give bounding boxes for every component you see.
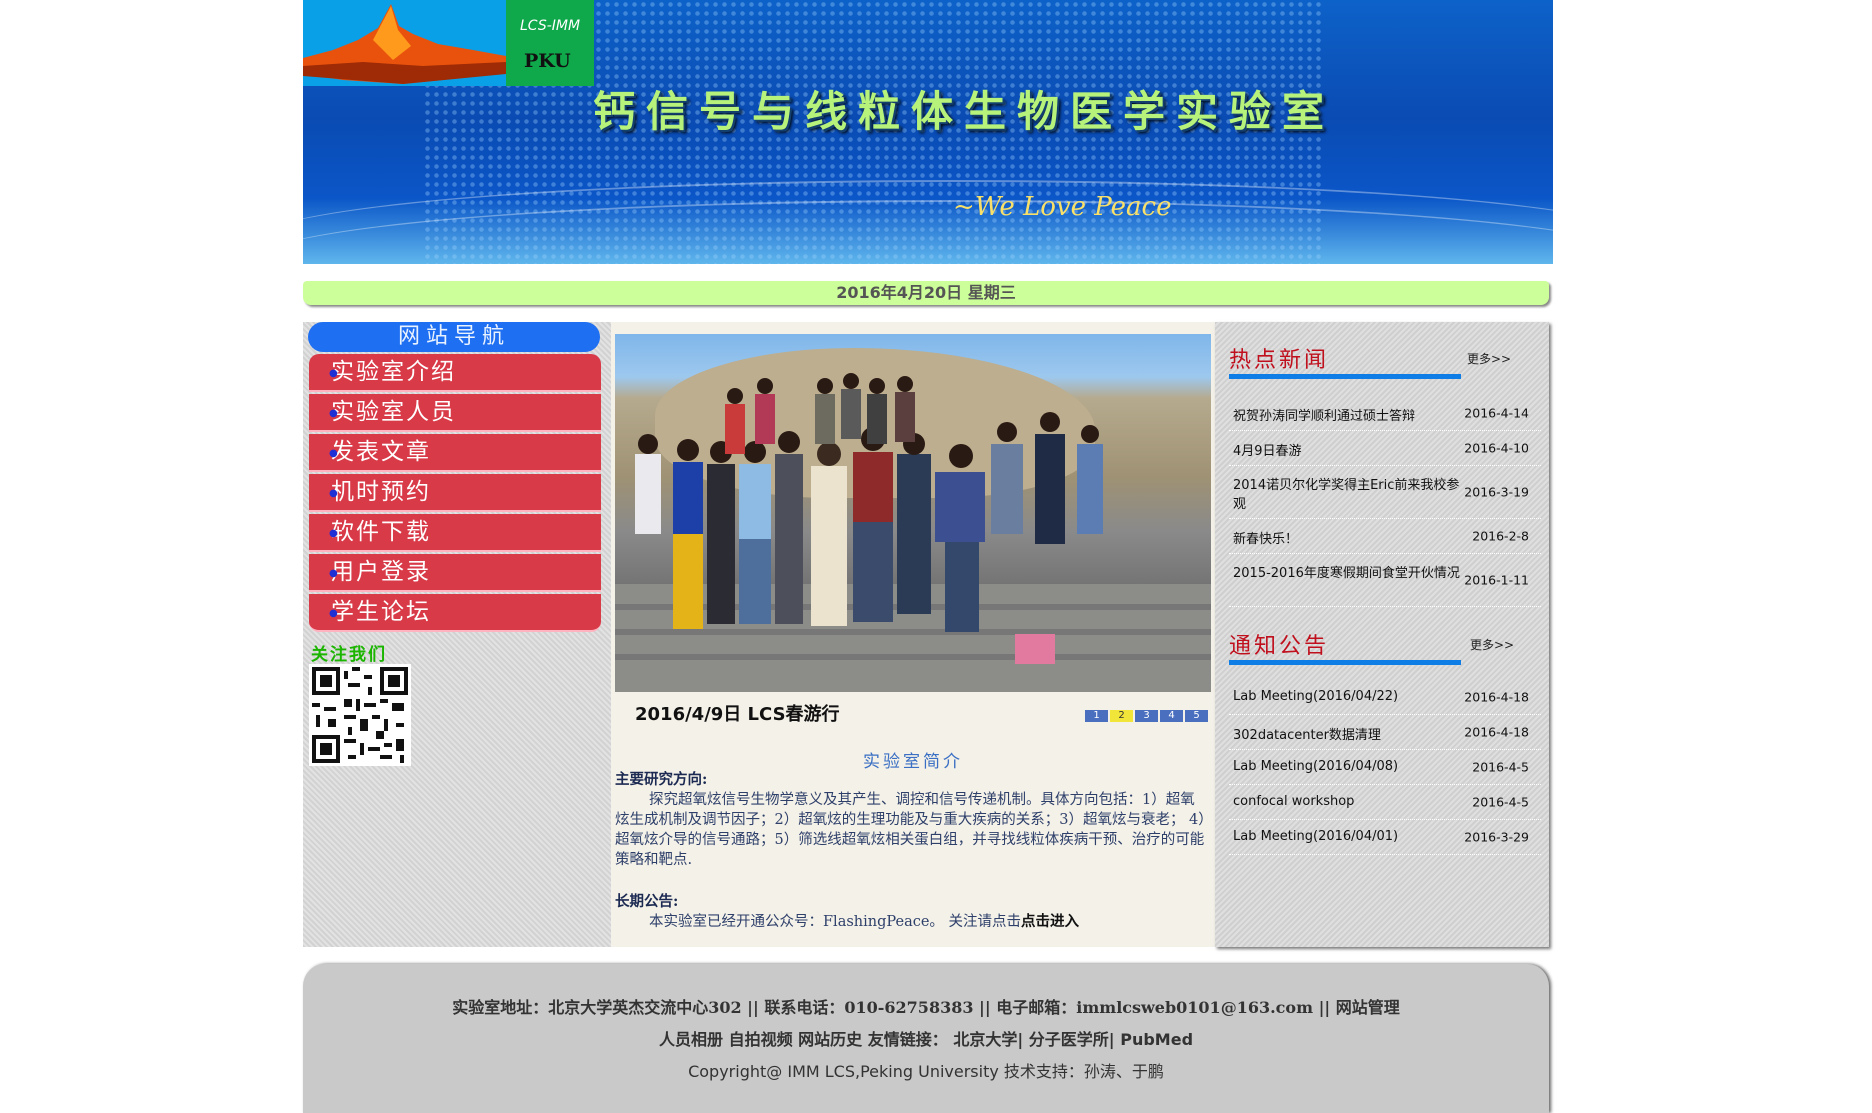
logo-lcs-text: LCS-IMM [520,18,581,34]
footer-link-history[interactable]: 网站历史 [798,1030,862,1049]
notices-list: Lab Meeting(2016/04/22) 2016-4-18 302data… [1229,680,1541,855]
research-heading: 主要研究方向: [615,771,708,788]
slogan: ~We Love Peace [953,192,1172,222]
notice-heading: 长期公告: [615,893,679,910]
notice-item[interactable]: 302datacenter数据清理 2016-4-18 [1229,715,1541,750]
nav-item-booking[interactable]: 机时预约 [309,474,601,512]
notices-more-link[interactable]: 更多>> [1470,636,1514,653]
group-photo-graphic [615,373,1211,692]
notice-date: 2016-4-5 [1472,759,1529,775]
notice-item[interactable]: Lab Meeting(2016/04/01) 2016-3-29 [1229,820,1541,855]
notice-item[interactable]: Lab Meeting(2016/04/08) 2016-4-5 [1229,750,1541,785]
news-date: 2016-2-8 [1472,528,1529,544]
nav-item-lab-intro[interactable]: 实验室介绍 [309,354,601,392]
news-item[interactable]: 新春快乐！ 2016-2-8 [1229,519,1541,554]
notice-date: 2016-3-29 [1464,829,1529,845]
notice-body: 本实验室已经开通公众号：FlashingPeace。 关注请点击 [649,914,1022,930]
intro-title: 实验室简介 [863,752,963,772]
news-item[interactable]: 祝贺孙涛同学顺利通过硕士答辩 2016-4-14 [1229,396,1541,431]
nav-item-software[interactable]: 软件下载 [309,514,601,552]
lab-logo: LCS-IMM PKU [506,0,594,86]
nav-item-publications[interactable]: 发表文章 [309,434,601,472]
nav-item-lab-members[interactable]: 实验室人员 [309,394,601,432]
news-date: 2016-3-19 [1464,484,1529,500]
notice-item[interactable]: confocal workshop 2016-4-5 [1229,785,1541,820]
notice-title: Lab Meeting(2016/04/08) [1233,759,1399,774]
footer-link-album[interactable]: 人员相册 [659,1030,723,1049]
footer-contact-line: 实验室地址：北京大学英杰交流中心302 || 联系电话：010-62758383… [452,998,1400,1017]
news-date: 2016-1-11 [1464,572,1529,588]
footer-link-video[interactable]: 自拍视频 [729,1030,793,1049]
footer-links-line: 人员相册 自拍视频 网站历史 友情链接： 北京大学| 分子医学所| PubMed [303,1026,1549,1050]
news-title: 2014诺贝尔化学奖得主Eric前来我校参观 [1233,478,1460,512]
slideshow-photo[interactable] [615,334,1211,692]
notice-item[interactable]: Lab Meeting(2016/04/22) 2016-4-18 [1229,680,1541,715]
news-title: 2015-2016年度寒假期间食堂开伙情况 [1233,566,1460,581]
footer-link-pubmed[interactable]: PubMed [1120,1030,1193,1049]
slide-page-5[interactable]: 5 [1185,710,1208,722]
mountain-logo [303,0,506,86]
nav-menu: 实验室介绍 实验室人员 发表文章 机时预约 软件下载 用户登录 学生论坛 [309,354,601,634]
news-item[interactable]: 2015-2016年度寒假期间食堂开伙情况 2016-1-11 [1229,554,1541,607]
footer-link-imm[interactable]: 分子医学所 [1029,1030,1109,1049]
news-title: 4月9日春游 [1233,444,1302,459]
notice-date: 2016-4-18 [1464,689,1529,705]
slide-page-4[interactable]: 4 [1160,710,1183,722]
news-date: 2016-4-14 [1464,405,1529,421]
hot-news-list: 祝贺孙涛同学顺利通过硕士答辩 2016-4-14 4月9日春游 2016-4-10 … [1229,396,1541,607]
notice-section: 长期公告: 本实验室已经开通公众号：FlashingPeace。 关注请点击点击… [615,892,1209,932]
news-date: 2016-4-10 [1464,440,1529,456]
notices-underline [1229,660,1461,665]
slide-page-3[interactable]: 3 [1135,710,1158,722]
date-bar: 2016年4月20日 星期三 [303,281,1549,305]
slide-page-1[interactable]: 1 [1085,710,1108,722]
notice-enter-link[interactable]: 点击进入 [1021,913,1079,930]
nav-item-login[interactable]: 用户登录 [309,554,601,592]
logo-pku-text: PKU [524,50,571,72]
notices-title: 通知公告 [1229,634,1330,659]
hot-news-more-link[interactable]: 更多>> [1467,350,1511,367]
footer-separator: | [1108,1030,1121,1049]
nav-item-forum[interactable]: 学生论坛 [309,594,601,632]
footer: 实验室地址：北京大学英杰交流中心302 || 联系电话：010-62758383… [303,964,1549,1113]
news-item[interactable]: 2014诺贝尔化学奖得主Eric前来我校参观 2016-3-19 [1229,466,1541,519]
research-section: 主要研究方向: 探究超氧炫信号生物学意义及其产生、调控和信号传递机制。具体方向包… [615,770,1209,870]
notice-date: 2016-4-18 [1464,724,1529,740]
notice-date: 2016-4-5 [1472,794,1529,810]
notice-title: 302datacenter数据清理 [1233,728,1381,743]
qr-code-graphic [312,667,408,763]
main-content: 2016/4/9日 LCS春游行 1 2 3 4 5 实验室简介 主要研究方向:… [611,322,1215,947]
news-title: 新春快乐！ [1233,532,1299,547]
follow-us-title: 关注我们 [311,645,387,665]
nav-title: 网站导航 [308,322,600,352]
notice-title: Lab Meeting(2016/04/22) [1233,689,1399,704]
slide-page-2[interactable]: 2 [1110,710,1133,722]
footer-link-pku[interactable]: 北京大学 [953,1030,1017,1049]
footer-separator: | [1017,1030,1029,1049]
notice-title: confocal workshop [1233,794,1355,809]
research-body: 探究超氧炫信号生物学意义及其产生、调控和信号传递机制。具体方向包括：1）超氧炫生… [615,792,1206,868]
notice-title: Lab Meeting(2016/04/01) [1233,829,1399,844]
right-sidebar: 热点新闻 更多>> 祝贺孙涛同学顺利通过硕士答辩 2016-4-14 4月9日春游… [1215,322,1549,947]
hot-news-underline [1229,374,1461,379]
qr-code [309,664,411,766]
left-sidebar: 网站导航 实验室介绍 实验室人员 发表文章 机时预约 软件下载 用户登录 学生论… [303,322,611,947]
news-title: 祝贺孙涛同学顺利通过硕士答辩 [1233,409,1416,424]
header-banner: LCS-IMM PKU 钙信号与线粒体生物医学实验室 ~We Love Peac… [303,0,1553,264]
slideshow-pager: 1 2 3 4 5 [1085,710,1208,722]
footer-friends-label: 友情链接： [867,1030,948,1049]
news-item[interactable]: 4月9日春游 2016-4-10 [1229,431,1541,466]
hot-news-title: 热点新闻 [1229,348,1330,373]
footer-copyright: Copyright@ IMM LCS,Peking University 技术支… [688,1062,1164,1081]
mountain-logo-graphic [303,4,506,84]
slideshow-caption: 2016/4/9日 LCS春游行 [635,704,840,725]
lab-title: 钙信号与线粒体生物医学实验室 [593,87,1336,136]
